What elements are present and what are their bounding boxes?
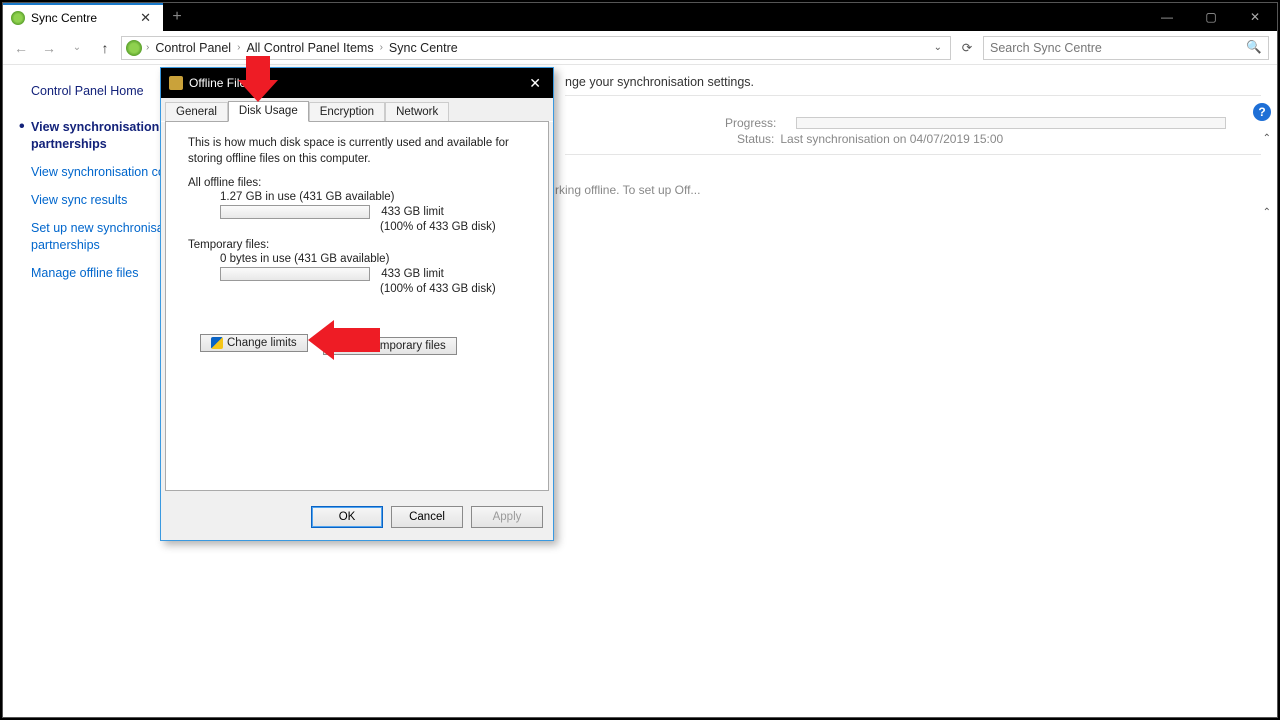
temp-bar	[220, 267, 370, 281]
progress-label: Progress:	[725, 116, 776, 130]
close-window-button[interactable]: ✕	[1233, 3, 1277, 31]
tab-general[interactable]: General	[165, 102, 228, 122]
new-tab-button[interactable]: +	[163, 3, 191, 31]
collapse-icon[interactable]: ⌃	[1263, 133, 1271, 144]
status-value: Last synchronisation on 04/07/2019 15:00	[780, 132, 1003, 146]
page-description: nge your synchronisation settings.	[565, 75, 1261, 89]
minimize-button[interactable]: —	[1145, 3, 1189, 31]
chevron-right-icon: ›	[144, 42, 151, 53]
panel-description: This is how much disk space is currently…	[188, 136, 530, 167]
chevron-right-icon: ›	[378, 42, 385, 53]
all-offline-limit: 433 GB limit	[381, 206, 444, 218]
annotation-arrow-left	[308, 320, 380, 360]
divider	[565, 95, 1261, 96]
folder-icon	[169, 76, 183, 90]
breadcrumb[interactable]: Sync Centre	[387, 39, 460, 57]
disk-usage-panel: This is how much disk space is currently…	[165, 121, 549, 491]
maximize-button[interactable]: ▢	[1189, 3, 1233, 31]
titlebar: Sync Centre ✕ + — ▢ ✕	[3, 3, 1277, 31]
tab-close-icon[interactable]: ✕	[136, 10, 155, 26]
dialog-tabs: General Disk Usage Encryption Network	[161, 98, 553, 122]
toolbar: ← → ⌄ ↑ › Control Panel › All Control Pa…	[3, 31, 1277, 65]
search-placeholder: Search Sync Centre	[990, 41, 1102, 55]
cancel-button[interactable]: Cancel	[391, 506, 463, 528]
temp-percent: (100% of 433 GB disk)	[380, 283, 530, 295]
all-offline-percent: (100% of 433 GB disk)	[380, 221, 530, 233]
change-limits-label: Change limits	[227, 337, 297, 349]
sync-icon	[11, 11, 25, 25]
breadcrumb[interactable]: Control Panel	[153, 39, 233, 57]
chevron-right-icon: ›	[235, 42, 242, 53]
address-dropdown-icon[interactable]: ⌄	[930, 42, 946, 53]
status-row: Status: Last synchronisation on 04/07/20…	[737, 132, 1261, 146]
collapse-icon[interactable]: ⌃	[1263, 207, 1271, 218]
back-button[interactable]: ←	[9, 36, 33, 60]
temp-limit: 433 GB limit	[381, 268, 444, 280]
tab-encryption[interactable]: Encryption	[309, 102, 385, 122]
window-tab[interactable]: Sync Centre ✕	[3, 3, 163, 31]
search-icon: 🔍	[1246, 40, 1262, 55]
forward-button[interactable]: →	[37, 36, 61, 60]
ok-button[interactable]: OK	[311, 506, 383, 528]
status-row: Progress:	[725, 116, 1261, 130]
dialog-titlebar[interactable]: Offline Files ✕	[161, 68, 553, 98]
all-offline-bar	[220, 205, 370, 219]
breadcrumb[interactable]: All Control Panel Items	[244, 39, 375, 57]
window-controls: — ▢ ✕	[1145, 3, 1277, 31]
location-icon	[126, 40, 142, 56]
search-input[interactable]: Search Sync Centre 🔍	[983, 36, 1269, 60]
shield-icon	[211, 337, 223, 349]
all-offline-label: All offline files:	[188, 177, 530, 189]
temp-usage: 0 bytes in use (431 GB available)	[220, 253, 530, 265]
temp-files-label: Temporary files:	[188, 239, 530, 251]
tab-disk-usage[interactable]: Disk Usage	[228, 101, 309, 122]
progress-bar	[796, 117, 1226, 129]
up-button[interactable]: ↑	[93, 36, 117, 60]
annotation-arrow-down	[238, 56, 278, 102]
status-label: Status:	[737, 132, 774, 146]
divider	[565, 154, 1261, 155]
tab-network[interactable]: Network	[385, 102, 449, 122]
offline-files-dialog: Offline Files ✕ General Disk Usage Encry…	[160, 67, 554, 541]
dialog-button-row: OK Cancel Apply	[161, 498, 553, 540]
recent-dropdown[interactable]: ⌄	[65, 36, 89, 60]
all-offline-usage: 1.27 GB in use (431 GB available)	[220, 191, 530, 203]
tab-title: Sync Centre	[31, 11, 97, 25]
refresh-button[interactable]: ⟳	[955, 36, 979, 60]
dialog-close-button[interactable]: ✕	[525, 75, 545, 92]
offline-hint: rking offline. To set up Off...	[555, 183, 700, 197]
help-icon[interactable]: ?	[1253, 103, 1271, 121]
apply-button[interactable]: Apply	[471, 506, 543, 528]
change-limits-button[interactable]: Change limits	[200, 334, 308, 352]
